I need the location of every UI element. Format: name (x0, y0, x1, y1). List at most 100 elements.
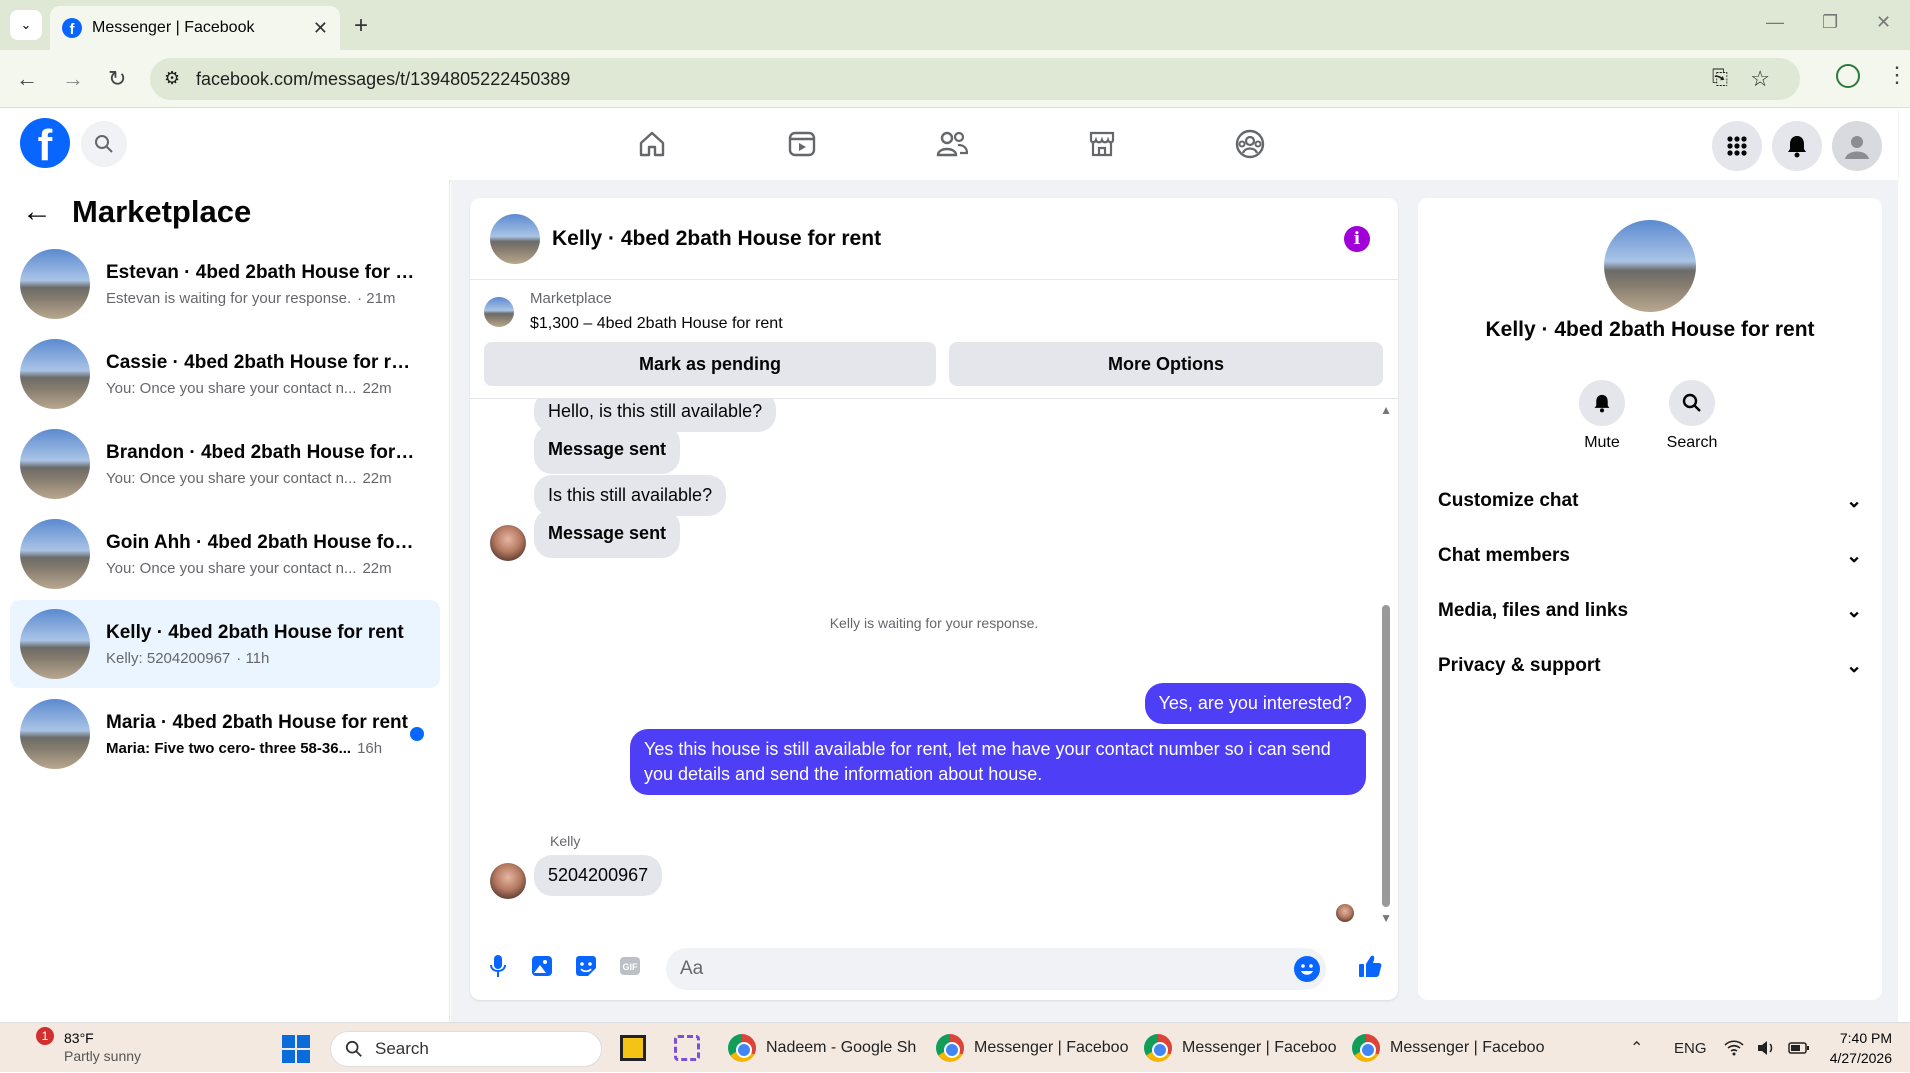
privacy-support-section[interactable]: Privacy & support ⌄ (1438, 655, 1862, 678)
friends-icon[interactable] (934, 126, 970, 162)
svg-text:GIF: GIF (623, 962, 639, 972)
marketplace-icon[interactable] (1084, 126, 1120, 162)
language-indicator[interactable]: ENG (1674, 1023, 1707, 1073)
chat-panel: Kelly · 4bed 2bath House for rent i Mark… (470, 198, 1398, 1000)
minimize-icon[interactable]: — (1766, 12, 1784, 33)
listing-thumbnail (20, 339, 90, 409)
message-input[interactable]: Aa (666, 948, 1326, 990)
like-thumb-icon[interactable] (1356, 952, 1384, 980)
gif-icon[interactable]: GIF (616, 952, 644, 980)
scroll-down-icon[interactable]: ▼ (1380, 911, 1392, 925)
info-icon[interactable]: i (1344, 226, 1370, 252)
sticky-notes-icon[interactable] (620, 1023, 646, 1073)
menu-grid-icon[interactable] (1712, 121, 1762, 171)
conversation-item-selected[interactable]: Kelly · 4bed 2bath House for rent Kelly:… (10, 600, 440, 688)
video-icon[interactable] (784, 126, 820, 162)
conversation-item-unread[interactable]: Maria · 4bed 2bath House for rent Maria:… (10, 690, 440, 778)
taskbar-app-messenger[interactable]: Messenger | Faceboo (1144, 1023, 1336, 1073)
account-avatar[interactable] (1832, 121, 1882, 171)
mute-button[interactable]: Mute (1562, 380, 1642, 452)
chevron-down-icon: ⌄ (1846, 491, 1862, 512)
new-tab-icon[interactable]: + (354, 12, 368, 40)
reload-icon[interactable]: ↻ (108, 66, 126, 92)
chevron-down-icon: ⌄ (1846, 656, 1862, 677)
composer: GIF Aa (470, 938, 1398, 1000)
section-label: Media, files and links (1438, 600, 1629, 621)
close-tab-icon[interactable]: ✕ (313, 18, 328, 39)
bookmark-star-icon[interactable]: ☆ (1750, 66, 1770, 92)
home-icon[interactable] (634, 126, 670, 162)
facebook-logo-icon[interactable]: f (20, 118, 70, 168)
profile-icon[interactable] (1836, 64, 1860, 88)
chat-members-section[interactable]: Chat members ⌄ (1438, 545, 1862, 568)
conversation-item[interactable]: Cassie · 4bed 2bath House for rent You: … (10, 330, 440, 418)
listing-thumbnail (20, 609, 90, 679)
sidebar-header: ← Marketplace (22, 194, 251, 230)
emoji-icon[interactable] (1294, 956, 1320, 982)
wifi-icon[interactable] (1724, 1023, 1744, 1073)
tab-search-dropdown[interactable]: ⌄ (10, 10, 42, 40)
system-clock[interactable]: 7:40 PM 4/27/2026 (1830, 1029, 1892, 1068)
conversation-item[interactable]: Estevan · 4bed 2bath House for rent Este… (10, 240, 440, 328)
marketplace-listing[interactable]: Marketplace $1,300 – 4bed 2bath House fo… (484, 290, 783, 333)
back-icon[interactable]: ← (16, 66, 38, 92)
listing-thumbnail (484, 296, 514, 327)
clock-time: 7:40 PM (1839, 1030, 1892, 1046)
photo-icon[interactable] (528, 952, 556, 980)
taskbar-app-messenger[interactable]: Messenger | Faceboo (936, 1023, 1128, 1073)
taskbar-search[interactable]: Search (330, 1031, 602, 1067)
sticker-icon[interactable] (572, 952, 600, 980)
tray-chevron-up-icon[interactable]: ⌃ (1630, 1023, 1643, 1073)
chrome-icon (936, 1034, 964, 1062)
mark-as-pending-button[interactable]: Mark as pending (484, 342, 936, 386)
close-window-icon[interactable]: ✕ (1876, 12, 1891, 33)
conversation-preview: Estevan is waiting for your response. (106, 289, 352, 307)
volume-icon[interactable] (1756, 1023, 1776, 1073)
conversation-preview: Maria: Five two cero- three 58-36... (106, 739, 352, 757)
notifications-bell-icon[interactable] (1772, 121, 1822, 171)
conversation-name: Brandon · 4bed 2bath House for r... (106, 441, 416, 463)
listing-thumbnail (20, 519, 90, 589)
taskbar-app-chrome-sheets[interactable]: Nadeem - Google Sh (728, 1023, 916, 1073)
conversation-item[interactable]: Goin Ahh · 4bed 2bath House for r... You… (10, 510, 440, 598)
conversation-name: Cassie · 4bed 2bath House for rent (106, 351, 416, 373)
scroll-up-icon[interactable]: ▲ (1380, 403, 1392, 417)
groups-icon[interactable] (1232, 126, 1268, 162)
more-options-button[interactable]: More Options (949, 342, 1383, 386)
conversation-item[interactable]: Brandon · 4bed 2bath House for r... You:… (10, 420, 440, 508)
search-conversation-button[interactable]: Search (1652, 380, 1732, 452)
snipping-tool-icon[interactable] (674, 1023, 700, 1073)
message-thread: Hello, is this still available? Message … (470, 398, 1398, 928)
taskbar-app-label: Messenger | Faceboo (1390, 1039, 1545, 1056)
marketplace-label: Marketplace (530, 290, 612, 307)
conversation-time: · 21m (357, 289, 396, 307)
customize-chat-section[interactable]: Customize chat ⌄ (1438, 490, 1862, 513)
forward-icon[interactable]: → (62, 66, 84, 92)
chat-title[interactable]: Kelly · 4bed 2bath House for rent (552, 227, 881, 251)
weather-desc: Partly sunny (64, 1048, 142, 1065)
system-message: Kelly is waiting for your response. (829, 615, 1039, 631)
restore-icon[interactable]: ❐ (1822, 12, 1838, 33)
windows-start-icon[interactable] (282, 1035, 310, 1063)
back-arrow-icon[interactable]: ← (22, 195, 52, 229)
conversation-preview: You: Once you share your contact n... (106, 469, 357, 487)
section-label: Customize chat (1438, 490, 1579, 511)
chat-info-panel: Kelly · 4bed 2bath House for rent Mute S… (1418, 198, 1882, 1000)
chrome-menu-icon[interactable]: ⋮ (1886, 62, 1908, 88)
media-files-links-section[interactable]: Media, files and links ⌄ (1438, 600, 1862, 623)
scrollbar[interactable] (1382, 605, 1390, 907)
install-app-icon[interactable]: ⎘ (1712, 67, 1728, 90)
search-icon[interactable] (81, 121, 127, 167)
url-field[interactable]: ⚙ facebook.com/messages/t/13948052224503… (150, 58, 1800, 100)
microphone-icon[interactable] (484, 952, 512, 980)
chrome-icon (1352, 1034, 1380, 1062)
site-info-icon[interactable]: ⚙ (164, 68, 180, 89)
chat-avatar[interactable] (490, 213, 540, 264)
clock-date: 4/27/2026 (1829, 1049, 1892, 1066)
battery-icon[interactable] (1788, 1023, 1810, 1073)
browser-tab-messenger[interactable]: f Messenger | Facebook ✕ (50, 6, 340, 50)
listing-title: $1,300 – 4bed 2bath House for rent (530, 315, 783, 332)
chat-profile-image[interactable] (1604, 220, 1696, 312)
chrome-icon (728, 1034, 756, 1062)
taskbar-app-messenger[interactable]: Messenger | Faceboo (1352, 1023, 1544, 1073)
